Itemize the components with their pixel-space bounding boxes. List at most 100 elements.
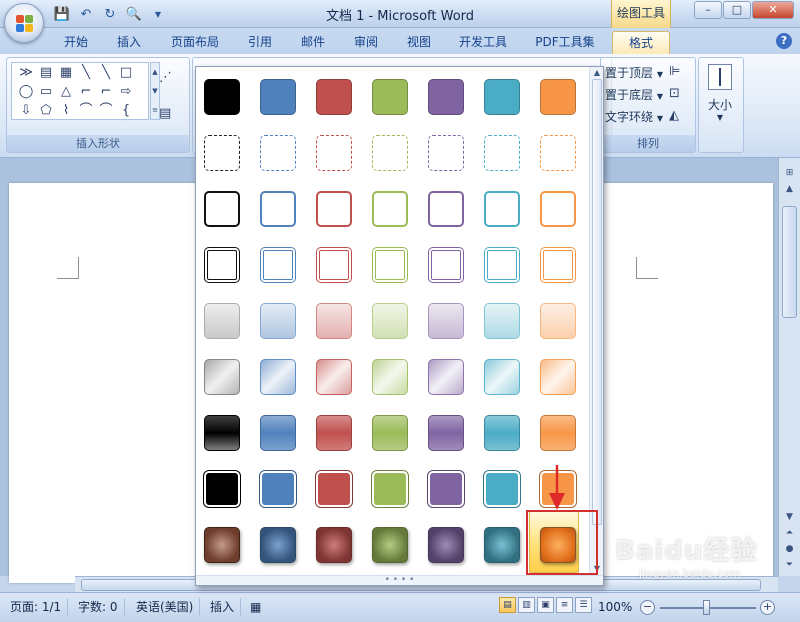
shape-style-light-gradient-7[interactable]: [540, 303, 576, 339]
shape-style-thin-outline-5[interactable]: [428, 191, 464, 227]
shape-option[interactable]: ⇩: [16, 101, 36, 120]
resize-grip-icon[interactable]: • • • •: [196, 575, 603, 585]
shape-style-dashed-outline-5[interactable]: [428, 135, 464, 171]
size-button[interactable]: 大小 ▼: [703, 60, 737, 140]
shape-style-diagonal-gradient-2[interactable]: [260, 359, 296, 395]
ruler-toggle-icon[interactable]: ⊞: [782, 166, 797, 181]
scroll-up-icon[interactable]: ▲: [782, 182, 797, 197]
office-button[interactable]: [4, 3, 44, 43]
zoom-in-icon[interactable]: +: [760, 600, 775, 615]
tab-pdf-tools[interactable]: PDF工具集: [526, 31, 604, 54]
zoom-out-icon[interactable]: −: [640, 600, 655, 615]
shape-option[interactable]: □: [116, 63, 136, 82]
shape-option[interactable]: ╲: [96, 63, 116, 82]
word-count[interactable]: 字数: 0: [78, 598, 125, 616]
shape-style-double-outline-3[interactable]: [316, 247, 352, 283]
gallery-scrollbar[interactable]: ▲ ▼: [589, 67, 603, 577]
send-to-back-button[interactable]: 置于底层 ▼: [605, 86, 663, 103]
shape-style-diagonal-gradient-5[interactable]: [428, 359, 464, 395]
shape-style-light-gradient-3[interactable]: [316, 303, 352, 339]
full-screen-reading-view-icon[interactable]: ▥: [518, 597, 535, 613]
insert-mode-indicator[interactable]: 插入: [210, 598, 242, 616]
tab-developer[interactable]: 开发工具: [451, 31, 515, 54]
vertical-scroll-thumb[interactable]: [782, 206, 797, 318]
shape-option[interactable]: ▦: [56, 63, 76, 82]
shape-option[interactable]: ≫: [16, 63, 36, 82]
shape-style-thin-outline-3[interactable]: [316, 191, 352, 227]
close-button[interactable]: ✕: [752, 1, 794, 19]
shape-style-thin-outline-1[interactable]: [204, 191, 240, 227]
tab-insert[interactable]: 插入: [108, 31, 150, 54]
shape-style-diagonal-gradient-7[interactable]: [540, 359, 576, 395]
tab-format[interactable]: 格式: [612, 31, 670, 54]
shape-style-dashed-outline-6[interactable]: [484, 135, 520, 171]
shape-style-moderate-gradient-7[interactable]: [540, 415, 576, 451]
bring-to-front-button[interactable]: 置于顶层 ▼: [605, 64, 663, 81]
macro-record-icon[interactable]: ▦: [250, 598, 267, 616]
shape-style-moderate-gradient-6[interactable]: [484, 415, 520, 451]
next-page-icon[interactable]: ⏷: [782, 558, 797, 573]
shape-style-diagonal-gradient-6[interactable]: [484, 359, 520, 395]
shape-style-light-gradient-6[interactable]: [484, 303, 520, 339]
shape-style-light-gradient-4[interactable]: [372, 303, 408, 339]
shape-style-double-outline-2[interactable]: [260, 247, 296, 283]
shape-option[interactable]: {: [116, 101, 136, 120]
group-icon[interactable]: ⊡: [669, 86, 680, 101]
shape-style-solid-fill-5[interactable]: [428, 79, 464, 115]
shape-style-intense-effect-6[interactable]: [484, 527, 520, 563]
outline-view-icon[interactable]: ≡: [556, 597, 573, 613]
shape-style-intense-effect-1[interactable]: [204, 527, 240, 563]
shape-style-intense-effect-2[interactable]: [260, 527, 296, 563]
page-count[interactable]: 页面: 1/1: [10, 598, 69, 616]
shapes-gallery[interactable]: ≫ ▤ ▦ ╲ ╲ □ ◯ ▭ △ ⌐ ⌐ ⇨ ⇩ ⬠ ⌇ ⌒ ⌒{: [11, 62, 149, 120]
shape-style-thin-outline-4[interactable]: [372, 191, 408, 227]
shape-style-solid-white-border-4[interactable]: [372, 471, 408, 507]
shape-style-intense-effect-4[interactable]: [372, 527, 408, 563]
maximize-button[interactable]: □: [723, 1, 751, 19]
tab-home[interactable]: 开始: [55, 31, 97, 54]
shape-option[interactable]: ⌒: [96, 101, 116, 120]
draft-view-icon[interactable]: ☰: [575, 597, 592, 613]
shape-option[interactable]: ◯: [16, 82, 36, 101]
shape-style-dashed-outline-1[interactable]: [204, 135, 240, 171]
shape-style-dashed-outline-2[interactable]: [260, 135, 296, 171]
gallery-scroll-thumb[interactable]: [592, 79, 602, 525]
tab-review[interactable]: 审阅: [345, 31, 387, 54]
shape-option[interactable]: ⌐: [96, 82, 116, 101]
text-box-icon[interactable]: ▤: [159, 106, 171, 121]
browse-object-icon[interactable]: ●: [782, 542, 797, 557]
shape-style-solid-fill-7[interactable]: [540, 79, 576, 115]
shape-style-light-gradient-2[interactable]: [260, 303, 296, 339]
shape-style-solid-white-border-1[interactable]: [204, 471, 240, 507]
help-icon[interactable]: ?: [776, 33, 792, 49]
scroll-down-icon[interactable]: ▼: [782, 510, 797, 525]
shape-option[interactable]: ⌐: [76, 82, 96, 101]
shape-option[interactable]: ▤: [36, 63, 56, 82]
shape-style-light-gradient-1[interactable]: [204, 303, 240, 339]
edit-shape-icon[interactable]: ⋰: [159, 70, 172, 85]
shape-style-solid-white-border-6[interactable]: [484, 471, 520, 507]
shape-option[interactable]: ╲: [76, 63, 96, 82]
minimize-button[interactable]: –: [694, 1, 722, 19]
shape-option[interactable]: △: [56, 82, 76, 101]
shape-style-solid-white-border-2[interactable]: [260, 471, 296, 507]
shape-option[interactable]: ⇨: [116, 82, 136, 101]
shape-style-double-outline-1[interactable]: [204, 247, 240, 283]
shape-style-light-gradient-5[interactable]: [428, 303, 464, 339]
shape-style-dashed-outline-4[interactable]: [372, 135, 408, 171]
shape-style-dashed-outline-3[interactable]: [316, 135, 352, 171]
align-icon[interactable]: ⊫: [669, 64, 680, 79]
shape-style-intense-effect-5[interactable]: [428, 527, 464, 563]
shape-style-moderate-gradient-1[interactable]: [204, 415, 240, 451]
shape-style-solid-fill-2[interactable]: [260, 79, 296, 115]
zoom-level[interactable]: 100%: [598, 598, 632, 616]
scroll-up-icon[interactable]: ▲: [591, 67, 603, 79]
shape-style-double-outline-4[interactable]: [372, 247, 408, 283]
shape-style-solid-white-border-5[interactable]: [428, 471, 464, 507]
shape-style-double-outline-5[interactable]: [428, 247, 464, 283]
tab-mailings[interactable]: 邮件: [292, 31, 334, 54]
shape-style-double-outline-6[interactable]: [484, 247, 520, 283]
shape-style-solid-fill-3[interactable]: [316, 79, 352, 115]
language-indicator[interactable]: 英语(美国): [136, 598, 201, 616]
tab-view[interactable]: 视图: [398, 31, 440, 54]
